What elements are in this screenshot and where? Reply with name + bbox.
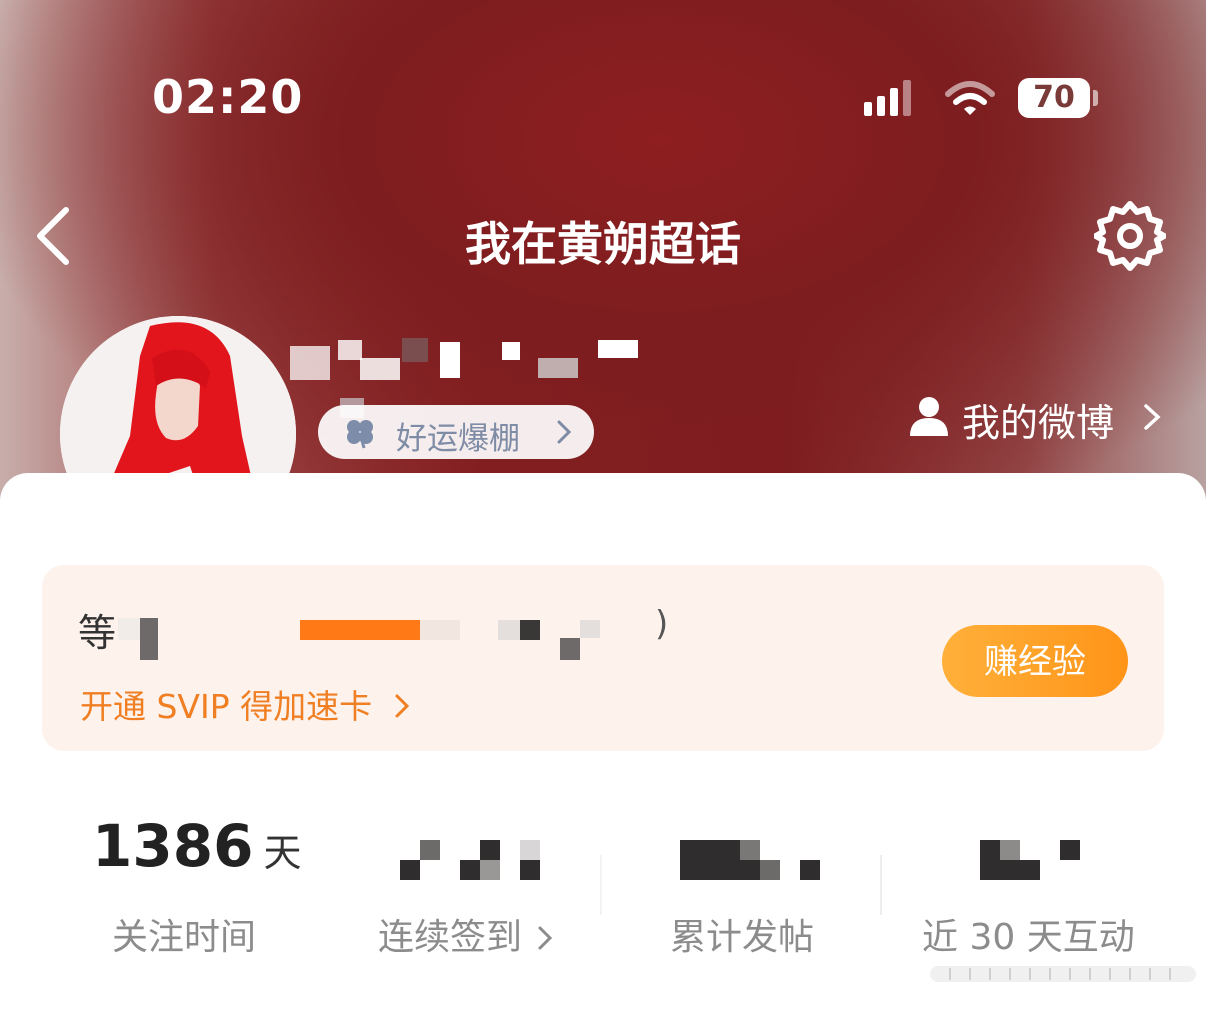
person-icon	[910, 397, 948, 436]
level-label: 等	[78, 611, 117, 655]
follow-days-number: 1386	[92, 812, 254, 880]
status-time: 02:20	[152, 70, 304, 124]
clover-icon	[347, 420, 373, 449]
status-badge-pill[interactable]: 好运爆棚	[318, 405, 594, 459]
chevron-right-icon	[557, 420, 572, 444]
checkin-label: 连续签到	[378, 917, 523, 958]
my-weibo-label: 我的微博	[962, 401, 1115, 445]
checkin-value-mosaic	[400, 838, 560, 882]
badge-label: 好运爆棚	[396, 421, 520, 457]
interaction-value-mosaic	[960, 838, 1090, 882]
page-title: 我在黄朔超话	[465, 217, 741, 271]
follow-days-unit: 天	[263, 831, 302, 875]
interaction-label: 近 30 天互动	[922, 917, 1135, 958]
battery-tip	[1093, 90, 1098, 106]
checkin-link[interactable]: 连续签到	[378, 908, 553, 960]
back-button[interactable]	[30, 204, 78, 268]
posts-label: 累计发帖	[670, 917, 815, 958]
level-progress-fill	[300, 620, 420, 640]
divider	[880, 855, 882, 915]
wifi-icon	[945, 81, 995, 115]
level-end-glyph: )	[655, 604, 669, 644]
posts-value-mosaic	[680, 840, 830, 880]
scroll-indicator	[930, 966, 1196, 982]
svip-link[interactable]: 开通 SVIP 得加速卡	[80, 680, 411, 728]
cellular-signal-icon	[864, 80, 912, 116]
chevron-right-icon	[538, 926, 553, 950]
follow-days-value: 1386 天	[92, 812, 301, 880]
chevron-right-icon	[395, 694, 409, 718]
earn-experience-button[interactable]: 赚经验	[942, 625, 1128, 697]
chevron-right-icon	[1144, 404, 1161, 430]
battery-icon: 70	[1018, 78, 1090, 118]
gear-icon[interactable]	[1094, 200, 1166, 272]
divider	[600, 855, 602, 915]
level-progress-bar	[300, 620, 460, 640]
follow-time-label: 关注时间	[112, 917, 257, 958]
svip-link-label: 开通 SVIP 得加速卡	[80, 687, 373, 726]
